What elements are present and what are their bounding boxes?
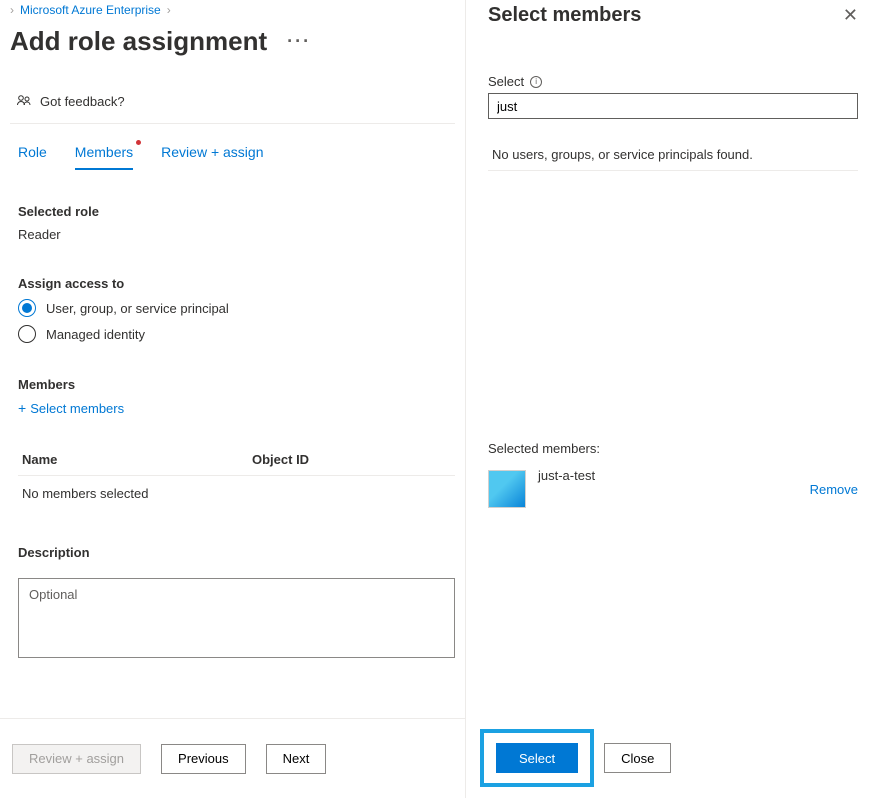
- remove-member-link[interactable]: Remove: [810, 482, 858, 497]
- no-results-text: No users, groups, or service principals …: [492, 147, 753, 162]
- tab-review[interactable]: Review + assign: [161, 144, 263, 170]
- chevron-right-icon: ›: [10, 3, 14, 17]
- info-icon[interactable]: i: [530, 76, 542, 88]
- select-members-link[interactable]: + Select members: [18, 400, 455, 416]
- radio-label: Managed identity: [46, 327, 145, 342]
- page-title: Add role assignment ···: [10, 26, 455, 57]
- members-empty-row: No members selected: [18, 476, 455, 511]
- previous-button[interactable]: Previous: [161, 744, 246, 774]
- close-button[interactable]: Close: [604, 743, 671, 773]
- radio-user-group-sp[interactable]: User, group, or service principal: [18, 299, 455, 317]
- app-icon: [488, 470, 526, 508]
- feedback-link[interactable]: Got feedback?: [10, 87, 455, 124]
- description-input[interactable]: [18, 578, 455, 658]
- next-button[interactable]: Next: [266, 744, 327, 774]
- search-results: No users, groups, or service principals …: [488, 139, 858, 171]
- radio-label: User, group, or service principal: [46, 301, 229, 316]
- col-object-id: Object ID: [252, 452, 309, 467]
- panel-title: Select members: [488, 4, 641, 27]
- selected-role-value: Reader: [18, 227, 455, 242]
- feedback-icon: [16, 93, 32, 109]
- search-input[interactable]: [488, 93, 858, 119]
- feedback-label: Got feedback?: [40, 94, 125, 109]
- tab-role[interactable]: Role: [18, 144, 47, 170]
- select-button[interactable]: Select: [496, 743, 578, 773]
- members-heading: Members: [18, 377, 455, 392]
- chevron-right-icon: ›: [167, 3, 171, 17]
- col-name: Name: [22, 452, 252, 467]
- members-table-header: Name Object ID: [18, 444, 455, 476]
- breadcrumb: › Microsoft Azure Enterprise ›: [10, 0, 455, 20]
- selected-role-heading: Selected role: [18, 204, 455, 219]
- tutorial-highlight: Select: [480, 729, 594, 787]
- select-members-panel: Select members ✕ Select i No users, grou…: [465, 0, 876, 798]
- more-actions-button[interactable]: ···: [287, 31, 311, 52]
- selected-members-heading: Selected members:: [488, 441, 858, 456]
- tab-indicator-dot: [136, 140, 141, 145]
- description-heading: Description: [18, 545, 455, 560]
- tab-members[interactable]: Members: [75, 144, 133, 170]
- selected-member-row: just-a-test Remove: [488, 470, 858, 508]
- select-label: Select i: [488, 74, 858, 89]
- close-icon[interactable]: ✕: [843, 5, 858, 26]
- review-assign-button[interactable]: Review + assign: [12, 744, 141, 774]
- radio-managed-identity[interactable]: Managed identity: [18, 325, 455, 343]
- plus-icon: +: [18, 400, 26, 416]
- selected-member-name: just-a-test: [538, 468, 798, 483]
- tabs: Role Members Review + assign: [10, 144, 455, 170]
- breadcrumb-link[interactable]: Microsoft Azure Enterprise: [20, 3, 161, 17]
- assign-access-heading: Assign access to: [18, 276, 455, 291]
